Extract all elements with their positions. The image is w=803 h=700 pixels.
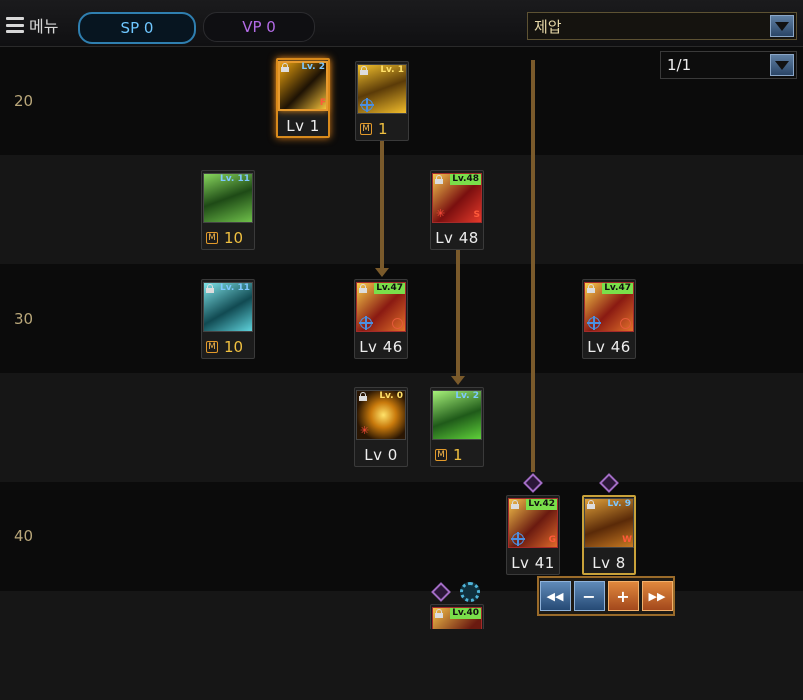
skill-filter-select[interactable]: 제압 (527, 12, 797, 40)
skill-slot[interactable]: Lv. 11 M 10 (201, 170, 255, 250)
required-level: Lv. 11 (220, 283, 250, 293)
lock-icon (511, 500, 519, 509)
chevron-down-icon[interactable] (770, 54, 794, 76)
required-level: Lv.47 (602, 283, 633, 294)
skill-slot[interactable]: Lv. 2 M1 (430, 387, 484, 467)
menu-button[interactable]: 메뉴 (6, 12, 58, 38)
row-band (0, 591, 803, 700)
level-min-button[interactable]: ◀◀ (539, 581, 571, 611)
lock-icon (281, 63, 289, 72)
prereq-connector (531, 60, 535, 472)
skill-slot[interactable]: Lv. 0 ✳ Lv 0 (354, 387, 408, 467)
skill-type-badge: W (622, 535, 632, 545)
skill-slot[interactable]: Lv. 9 W Lv 8 (582, 495, 636, 575)
awakening-icon (431, 582, 451, 602)
skill-level: Lv 46 (587, 338, 631, 356)
prereq-connector (380, 141, 384, 269)
crosshair-icon (511, 532, 525, 546)
mastery-level: M 10 (206, 338, 255, 356)
skill-slot[interactable]: Lv.42 G Lv 41 (506, 495, 560, 575)
skill-level: Lv 48 (435, 229, 479, 247)
required-level: Lv. 2 (455, 391, 479, 401)
lock-icon (435, 175, 443, 184)
clock-icon (392, 318, 403, 329)
lock-icon (587, 284, 595, 293)
skill-level: Lv 1 (286, 117, 320, 135)
crosshair-icon (587, 316, 601, 330)
lock-icon (360, 66, 368, 75)
arrow-down-icon (451, 376, 465, 385)
crosshair-icon (359, 316, 373, 330)
level-down-button[interactable]: − (573, 581, 605, 611)
crosshair-icon (360, 98, 374, 112)
skill-slot[interactable]: Lv. 1 M1 (355, 61, 409, 141)
burst-icon: ✳ (436, 207, 446, 220)
mastery-icon: M (206, 232, 218, 244)
arrow-down-icon (375, 268, 389, 277)
mastery-level: M 10 (206, 229, 255, 247)
skill-slot[interactable]: Lv.47 Lv 46 (354, 279, 408, 359)
mastery-icon: M (206, 341, 218, 353)
awakening-icon (523, 473, 543, 493)
mastery-icon: M (435, 449, 447, 461)
skill-filter-value: 제압 (534, 17, 562, 36)
level-up-button[interactable]: + (607, 581, 639, 611)
burst-icon: ✳ (360, 424, 370, 437)
required-level: Lv.42 (526, 499, 557, 510)
menu-label: 메뉴 (29, 17, 59, 36)
mastery-value: 1 (378, 120, 388, 138)
level-max-button[interactable]: ▶▶ (641, 581, 673, 611)
hamburger-icon (6, 17, 24, 33)
skill-slot[interactable]: Lv. 2 F Lv 1 (276, 58, 330, 138)
lock-icon (587, 500, 595, 509)
mastery-value: 10 (224, 338, 244, 356)
mastery-value: 1 (453, 446, 463, 464)
page-select[interactable]: 1/1 (660, 51, 797, 79)
vp-counter: VP 0 (203, 12, 315, 42)
skill-type-badge: F (319, 98, 326, 108)
required-level: Lv.48 (450, 174, 481, 185)
skill-level: Lv 8 (592, 554, 626, 572)
mastery-level: M1 (360, 120, 409, 138)
mastery-value: 10 (224, 229, 244, 247)
required-level: Lv. 2 (301, 62, 325, 72)
required-level: Lv.40 (450, 608, 481, 619)
top-toolbar: 메뉴 SP 0 VP 0 제압 (0, 0, 803, 47)
row-band (0, 482, 803, 591)
lock-icon (359, 392, 367, 401)
skill-slot[interactable]: Lv.40 (430, 604, 484, 629)
skill-slot[interactable]: Lv.47 Lv 46 (582, 279, 636, 359)
required-level: Lv. 0 (379, 391, 403, 401)
row-band (0, 155, 803, 264)
chevron-down-icon[interactable] (770, 15, 794, 37)
lock-icon (359, 284, 367, 293)
page-value: 1/1 (667, 56, 692, 74)
skill-type-badge: S (473, 210, 480, 220)
skill-slot[interactable]: Lv.48 ✳ S Lv 48 (430, 170, 484, 250)
skill-level: Lv 46 (359, 338, 403, 356)
skill-level: Lv 0 (364, 446, 398, 464)
level-label-30: 30 (14, 310, 34, 328)
skill-slot[interactable]: Lv. 11 M 10 (201, 279, 255, 359)
prereq-connector (456, 250, 460, 377)
sp-counter: SP 0 (78, 12, 196, 44)
level-label-20: 20 (14, 92, 34, 110)
lock-icon (206, 284, 214, 293)
mastery-icon: M (360, 123, 372, 135)
gear-icon (460, 582, 480, 602)
required-level: Lv. 1 (380, 65, 404, 75)
lock-icon (435, 609, 443, 618)
required-level: Lv. 9 (607, 499, 631, 509)
skill-level: Lv 41 (511, 554, 555, 572)
skill-level-control: ◀◀ − + ▶▶ (537, 576, 675, 616)
clock-icon (620, 318, 631, 329)
required-level: Lv.47 (374, 283, 405, 294)
awakening-icon (599, 473, 619, 493)
required-level: Lv. 11 (220, 174, 250, 184)
skill-type-badge: G (548, 535, 556, 545)
level-label-40: 40 (14, 527, 34, 545)
mastery-level: M1 (435, 446, 484, 464)
